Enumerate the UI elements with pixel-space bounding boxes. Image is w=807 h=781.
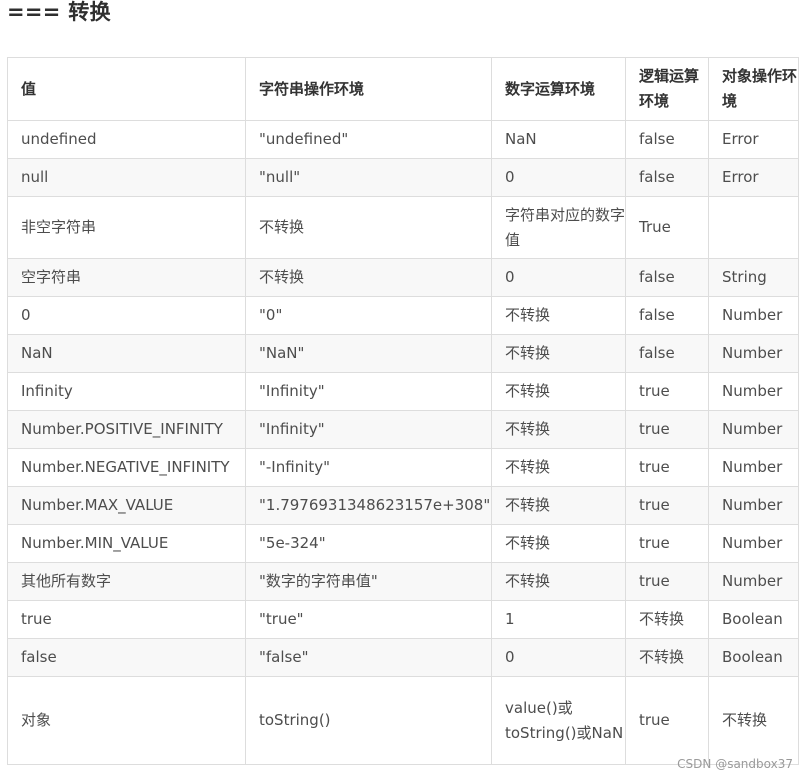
table-row: 其他所有数字 "数字的字符串值" 不转换 true Number xyxy=(7,562,799,601)
cell-string-context: "false" xyxy=(245,638,492,677)
cell-object-context: Number xyxy=(708,448,799,487)
cell-value: Number.MAX_VALUE xyxy=(7,486,246,525)
cell-object-context xyxy=(708,196,799,259)
cell-string-context: "NaN" xyxy=(245,334,492,373)
cell-value: 空字符串 xyxy=(7,258,246,297)
cell-object-context: Number xyxy=(708,562,799,601)
cell-object-context: Boolean xyxy=(708,638,799,677)
cell-value: Infinity xyxy=(7,372,246,411)
table-row: Number.NEGATIVE_INFINITY "-Infinity" 不转换 tr… xyxy=(7,448,799,487)
cell-object-context: Number xyxy=(708,410,799,449)
cell-string-context: "数字的字符串值" xyxy=(245,562,492,601)
cell-string-context: 不转换 xyxy=(245,258,492,297)
cell-boolean-context: True xyxy=(625,196,709,259)
cell-value: undefined xyxy=(7,120,246,159)
cell-number-context: 0 xyxy=(491,158,626,197)
section-heading: === 转换 xyxy=(7,0,111,24)
header-string-context: 字符串操作环境 xyxy=(245,57,492,121)
cell-object-context: Boolean xyxy=(708,600,799,639)
table-row: 对象 toString() value()或toString()或NaN true 不转… xyxy=(7,676,799,765)
cell-string-context: "1.7976931348623157e+308" xyxy=(245,486,492,525)
table-header-row: 值 字符串操作环境 数字运算环境 逻辑运算环境 对象操作环境 xyxy=(7,57,799,121)
cell-boolean-context: true xyxy=(625,676,709,765)
cell-boolean-context: true xyxy=(625,410,709,449)
csdn-watermark: CSDN @sandbox37 xyxy=(677,757,793,771)
cell-boolean-context: false xyxy=(625,120,709,159)
cell-string-context: "-Infinity" xyxy=(245,448,492,487)
cell-string-context: "Infinity" xyxy=(245,372,492,411)
table-row: null "null" 0 false Error xyxy=(7,158,799,197)
cell-number-context: 不转换 xyxy=(491,448,626,487)
cell-string-context: toString() xyxy=(245,676,492,765)
cell-boolean-context: false xyxy=(625,334,709,373)
cell-object-context: Number xyxy=(708,486,799,525)
cell-object-context: Error xyxy=(708,158,799,197)
cell-string-context: "5e-324" xyxy=(245,524,492,563)
table-row: 空字符串 不转换 0 false String xyxy=(7,258,799,297)
cell-boolean-context: 不转换 xyxy=(625,600,709,639)
cell-number-context: value()或toString()或NaN xyxy=(491,676,626,765)
header-boolean-context: 逻辑运算环境 xyxy=(625,57,709,121)
cell-string-context: "0" xyxy=(245,296,492,335)
cell-object-context: Number xyxy=(708,372,799,411)
cell-object-context: 不转换 xyxy=(708,676,799,765)
header-number-context: 数字运算环境 xyxy=(491,57,626,121)
cell-value: NaN xyxy=(7,334,246,373)
cell-value: Number.NEGATIVE_INFINITY xyxy=(7,448,246,487)
cell-number-context: 不转换 xyxy=(491,372,626,411)
cell-boolean-context: true xyxy=(625,524,709,563)
header-object-context: 对象操作环境 xyxy=(708,57,799,121)
cell-number-context: NaN xyxy=(491,120,626,159)
table-row: 0 "0" 不转换 false Number xyxy=(7,296,799,335)
table-row: Infinity "Infinity" 不转换 true Number xyxy=(7,372,799,411)
cell-number-context: 字符串对应的数字值 xyxy=(491,196,626,259)
cell-number-context: 1 xyxy=(491,600,626,639)
cell-value: null xyxy=(7,158,246,197)
cell-string-context: "undefined" xyxy=(245,120,492,159)
cell-value: 对象 xyxy=(7,676,246,765)
cell-string-context: "Infinity" xyxy=(245,410,492,449)
cell-number-context: 不转换 xyxy=(491,486,626,525)
cell-object-context: Number xyxy=(708,334,799,373)
table-row: Number.MIN_VALUE "5e-324" 不转换 true Number xyxy=(7,524,799,563)
cell-object-context: Error xyxy=(708,120,799,159)
cell-number-context: 不转换 xyxy=(491,410,626,449)
cell-boolean-context: false xyxy=(625,296,709,335)
cell-number-context: 0 xyxy=(491,638,626,677)
cell-number-context: 不转换 xyxy=(491,562,626,601)
cell-boolean-context: true xyxy=(625,486,709,525)
cell-boolean-context: false xyxy=(625,158,709,197)
table-row: Number.MAX_VALUE "1.7976931348623157e+308… xyxy=(7,486,799,525)
cell-boolean-context: true xyxy=(625,372,709,411)
cell-boolean-context: true xyxy=(625,562,709,601)
cell-number-context: 不转换 xyxy=(491,296,626,335)
cell-number-context: 不转换 xyxy=(491,334,626,373)
cell-value: Number.POSITIVE_INFINITY xyxy=(7,410,246,449)
cell-boolean-context: false xyxy=(625,258,709,297)
cell-string-context: "null" xyxy=(245,158,492,197)
cell-object-context: String xyxy=(708,258,799,297)
table-row: 非空字符串 不转换 字符串对应的数字值 True xyxy=(7,196,799,259)
cell-string-context: "true" xyxy=(245,600,492,639)
cell-value: Number.MIN_VALUE xyxy=(7,524,246,563)
cell-number-context: 0 xyxy=(491,258,626,297)
cell-value: 0 xyxy=(7,296,246,335)
cell-value: true xyxy=(7,600,246,639)
table-row: undefined "undefined" NaN false Error xyxy=(7,120,799,159)
table-row: NaN "NaN" 不转换 false Number xyxy=(7,334,799,373)
cell-object-context: Number xyxy=(708,524,799,563)
cell-value: 其他所有数字 xyxy=(7,562,246,601)
conversion-table: 值 字符串操作环境 数字运算环境 逻辑运算环境 对象操作环境 undefined… xyxy=(7,57,799,765)
cell-boolean-context: true xyxy=(625,448,709,487)
cell-value: false xyxy=(7,638,246,677)
cell-object-context: Number xyxy=(708,296,799,335)
table-row: true "true" 1 不转换 Boolean xyxy=(7,600,799,639)
cell-string-context: 不转换 xyxy=(245,196,492,259)
table-row: false "false" 0 不转换 Boolean xyxy=(7,638,799,677)
cell-value: 非空字符串 xyxy=(7,196,246,259)
cell-number-context: 不转换 xyxy=(491,524,626,563)
header-value: 值 xyxy=(7,57,246,121)
table-row: Number.POSITIVE_INFINITY "Infinity" 不转换 tru… xyxy=(7,410,799,449)
cell-boolean-context: 不转换 xyxy=(625,638,709,677)
